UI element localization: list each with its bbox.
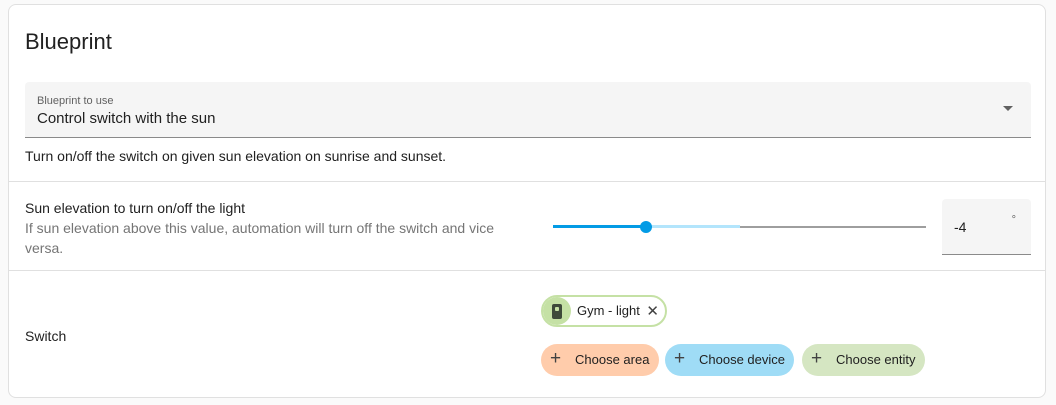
light-switch-icon — [552, 304, 562, 319]
sun-elevation-input[interactable] — [954, 219, 1004, 235]
plus-icon: + — [674, 348, 686, 369]
chip-avatar — [543, 297, 571, 325]
card-title: Blueprint — [25, 29, 112, 54]
blueprint-select-label: Blueprint to use — [37, 95, 114, 107]
choose-entity-label: Choose entity — [836, 352, 916, 367]
divider — [9, 181, 1045, 182]
sun-elevation-description: If sun elevation above this value, autom… — [25, 220, 495, 256]
choose-device-button[interactable]: + Choose device — [665, 344, 794, 376]
switch-label: Switch — [25, 328, 67, 344]
blueprint-select-value: Control switch with the sun — [37, 110, 216, 127]
blueprint-card: Blueprint Blueprint to use Control switc… — [8, 4, 1046, 398]
degree-suffix: ° — [1011, 214, 1016, 226]
divider — [9, 270, 1045, 271]
chip-label: Gym - light — [577, 303, 640, 318]
choose-area-button[interactable]: + Choose area — [541, 344, 659, 376]
choose-device-label: Choose device — [699, 352, 785, 367]
sun-elevation-slider[interactable] — [553, 219, 926, 235]
plus-icon: + — [811, 348, 823, 369]
choose-area-label: Choose area — [575, 352, 650, 367]
dropdown-arrow-icon[interactable] — [1003, 106, 1013, 111]
selected-entity-chip[interactable]: Gym - light ✕ — [541, 295, 667, 327]
plus-icon: + — [550, 348, 562, 369]
close-icon[interactable]: ✕ — [646, 302, 659, 320]
blueprint-select[interactable]: Blueprint to use Control switch with the… — [25, 82, 1031, 138]
slider-thumb[interactable] — [640, 221, 653, 233]
sun-elevation-number-field[interactable]: ° — [942, 199, 1031, 255]
blueprint-description: Turn on/off the switch on given sun elev… — [25, 148, 447, 164]
slider-track-fill — [553, 225, 647, 228]
choose-entity-button[interactable]: + Choose entity — [802, 344, 925, 376]
sun-elevation-title: Sun elevation to turn on/off the light — [25, 200, 246, 216]
